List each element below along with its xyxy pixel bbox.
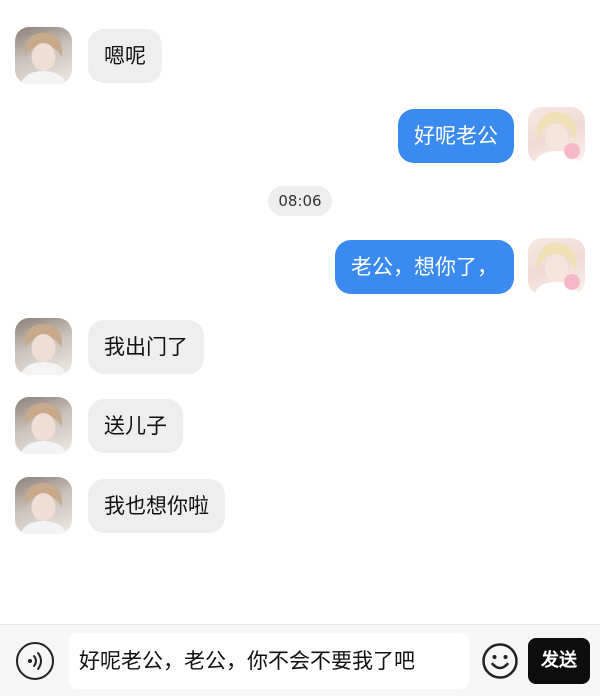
- message-composer: 好呢老公，老公，你不会不要我了吧 发送: [0, 624, 600, 696]
- contact-avatar[interactable]: [15, 318, 72, 375]
- person-icon: [21, 483, 66, 534]
- chat-area: 嗯呢 好呢老公 08:06 老公，想你了， 我出门了 送儿子 我也想你啦: [0, 0, 600, 624]
- voice-icon: [28, 652, 42, 670]
- message-row: 我也想你啦: [15, 477, 225, 534]
- message-bubble-outgoing[interactable]: 老公，想你了，: [335, 239, 514, 294]
- message-bubble-incoming[interactable]: 我也想你啦: [88, 478, 225, 533]
- person-icon: [534, 112, 580, 164]
- contact-avatar[interactable]: [15, 27, 72, 84]
- emoji-button[interactable]: [481, 642, 519, 680]
- message-row: 我出门了: [15, 318, 204, 375]
- emoji-icon: [482, 643, 518, 679]
- message-row: 嗯呢: [15, 27, 162, 84]
- message-row: 送儿子: [15, 397, 183, 454]
- message-row: 老公，想你了，: [335, 238, 585, 295]
- self-avatar[interactable]: [528, 107, 585, 164]
- person-icon: [21, 33, 66, 84]
- voice-button[interactable]: [16, 642, 54, 680]
- message-bubble-incoming[interactable]: 我出门了: [88, 319, 204, 374]
- person-icon: [21, 403, 66, 454]
- send-button[interactable]: 发送: [528, 638, 590, 684]
- message-bubble-outgoing[interactable]: 好呢老公: [398, 108, 514, 163]
- person-icon: [21, 324, 66, 375]
- message-bubble-incoming[interactable]: 送儿子: [88, 398, 183, 453]
- self-avatar[interactable]: [528, 238, 585, 295]
- message-bubble-incoming[interactable]: 嗯呢: [88, 28, 162, 83]
- message-input[interactable]: 好呢老公，老公，你不会不要我了吧: [69, 633, 469, 689]
- message-row: 好呢老公: [398, 107, 585, 164]
- contact-avatar[interactable]: [15, 397, 72, 454]
- contact-avatar[interactable]: [15, 477, 72, 534]
- timestamp-divider: 08:06: [268, 186, 332, 216]
- person-icon: [534, 243, 580, 295]
